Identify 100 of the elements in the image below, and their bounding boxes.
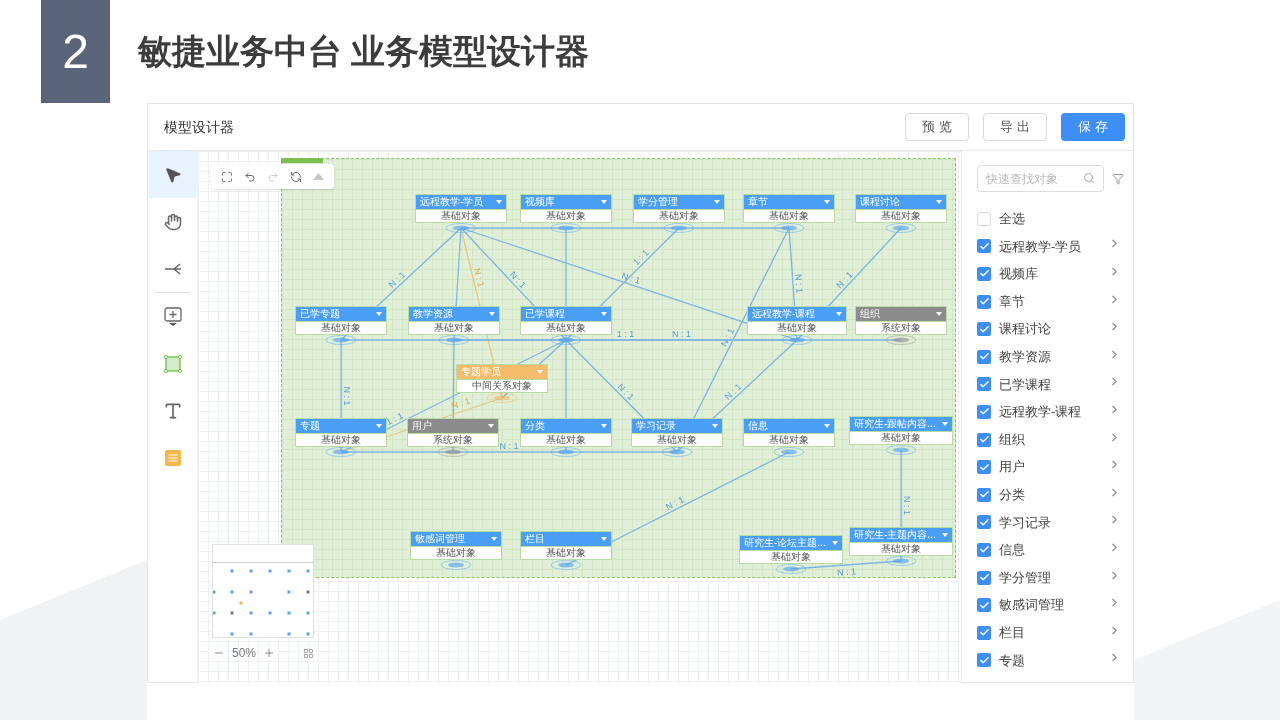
toolbar-button[interactable]: 预览	[905, 113, 969, 141]
anchor-icon[interactable]	[325, 447, 357, 457]
toolbar-button[interactable]: 导出	[983, 113, 1047, 141]
anchor-icon[interactable]	[438, 335, 470, 345]
node-type: 基础对象	[520, 321, 612, 335]
node-header[interactable]: 信息	[743, 418, 835, 433]
checkbox[interactable]	[977, 377, 991, 392]
anchor-icon[interactable]	[661, 447, 693, 457]
select-tool[interactable]	[147, 151, 198, 198]
zoom-out-button[interactable]	[212, 646, 226, 660]
grid-button[interactable]	[301, 646, 315, 660]
object-list-item[interactable]: 专题	[977, 646, 1125, 675]
checkbox[interactable]	[977, 239, 991, 254]
node-header[interactable]: 研究生-论坛主题...	[739, 535, 843, 550]
anchor-icon[interactable]	[325, 335, 357, 345]
anchor-icon[interactable]	[550, 223, 582, 233]
refresh-icon[interactable]	[290, 170, 303, 183]
anchor-icon[interactable]	[885, 223, 917, 233]
object-list-item[interactable]: 敏感词管理	[977, 591, 1125, 619]
node-header[interactable]: 研究生-跟帖内容...	[849, 416, 953, 431]
node-header[interactable]: 栏目	[520, 531, 612, 546]
undo-icon[interactable]	[243, 170, 256, 183]
object-list-item[interactable]: 全选	[977, 205, 1125, 233]
object-list-item[interactable]: 章节	[977, 287, 1125, 316]
checkbox[interactable]	[977, 349, 991, 364]
object-list-item[interactable]: 学分管理	[977, 563, 1125, 592]
object-list-item[interactable]: 已学课程	[977, 370, 1125, 399]
caret-icon	[376, 312, 382, 316]
relation-label: N : 1	[902, 496, 912, 515]
anchor-icon[interactable]	[440, 560, 472, 570]
node-header[interactable]: 视频库	[520, 194, 612, 209]
checkbox[interactable]	[977, 625, 991, 640]
anchor-icon[interactable]	[781, 335, 813, 345]
fit-view-icon[interactable]	[220, 170, 233, 183]
object-list-item[interactable]: 分类	[977, 480, 1125, 509]
node-header[interactable]: 远程教学-学员	[415, 194, 507, 209]
node-header[interactable]: 章节	[743, 194, 835, 209]
node-header[interactable]: 远程教学-课程	[747, 306, 847, 321]
anchor-icon[interactable]	[773, 447, 805, 457]
node-header[interactable]: 分类	[520, 418, 612, 433]
search-field[interactable]: 快速查找对象	[977, 165, 1104, 192]
zoom-in-button[interactable]	[262, 646, 277, 660]
relation-label: 1 : 1	[616, 329, 635, 339]
node-header[interactable]: 专题学员	[456, 364, 548, 379]
object-label: 教学资源	[999, 348, 1051, 366]
object-list-item[interactable]: 远程教学-学员	[977, 232, 1125, 261]
object-list-item[interactable]: 学习记录	[977, 508, 1125, 537]
node-type: 基础对象	[855, 209, 947, 223]
checkbox[interactable]	[977, 267, 991, 281]
checkbox[interactable]	[977, 322, 991, 337]
node-header[interactable]: 已学课程	[520, 306, 612, 321]
anchor-icon[interactable]	[486, 393, 518, 403]
anchor-icon[interactable]	[885, 556, 917, 566]
object-list-item[interactable]: 信息	[977, 536, 1125, 564]
anchor-icon[interactable]	[775, 564, 807, 574]
anchor-icon[interactable]	[773, 223, 805, 233]
object-list-item[interactable]: 用户	[977, 453, 1125, 481]
caret-icon	[942, 422, 948, 426]
checkbox[interactable]	[977, 294, 991, 309]
object-list-item[interactable]: 远程教学-课程	[977, 398, 1125, 426]
checkbox[interactable]	[977, 211, 991, 226]
node-header[interactable]: 研究生-主题内容...	[849, 527, 953, 542]
anchor-icon[interactable]	[550, 335, 582, 345]
anchor-icon[interactable]	[437, 447, 469, 457]
checkbox[interactable]	[977, 515, 991, 530]
caret-icon	[489, 312, 495, 316]
anchor-icon[interactable]	[445, 223, 477, 233]
node-header[interactable]: 学分管理	[633, 194, 725, 209]
node-header[interactable]: 课程讨论	[855, 194, 947, 209]
node-header[interactable]: 已学专题	[295, 306, 387, 321]
node-header[interactable]: 教学资源	[408, 306, 500, 321]
node-header[interactable]: 敏感词管理	[410, 531, 502, 546]
node-header[interactable]: 专题	[295, 418, 387, 433]
anchor-icon[interactable]	[550, 447, 582, 457]
node-header[interactable]: 组织	[855, 306, 947, 321]
anchor-icon[interactable]	[885, 445, 917, 455]
checkbox[interactable]	[977, 570, 991, 585]
object-list-item[interactable]: 视频库	[977, 260, 1125, 288]
checkbox[interactable]	[977, 460, 991, 475]
redo-icon[interactable]	[266, 170, 279, 183]
filter-icon[interactable]	[1112, 172, 1124, 185]
node-header[interactable]: 用户	[407, 418, 499, 433]
object-list-item[interactable]: 课程讨论	[977, 315, 1125, 343]
object-list-item[interactable]: 组织	[977, 425, 1125, 454]
checkbox[interactable]	[977, 404, 991, 419]
anchor-icon[interactable]	[885, 335, 917, 345]
checkbox[interactable]	[977, 487, 991, 502]
collapse-icon[interactable]	[313, 173, 325, 180]
object-list-item[interactable]: 教学资源	[977, 342, 1125, 371]
anchor-icon[interactable]	[550, 560, 582, 570]
minimap[interactable]	[212, 544, 314, 638]
node-header[interactable]: 学习记录	[631, 418, 723, 433]
checkbox[interactable]	[977, 542, 991, 557]
object-list-item[interactable]: 栏目	[977, 618, 1125, 647]
toolbar-button[interactable]: 保存	[1061, 113, 1125, 141]
checkbox[interactable]	[977, 653, 991, 668]
anchor-icon[interactable]	[663, 223, 695, 233]
checkbox[interactable]	[977, 432, 991, 447]
slide-title: 敏捷业务中台 业务模型设计器	[138, 31, 590, 72]
checkbox[interactable]	[977, 598, 991, 613]
